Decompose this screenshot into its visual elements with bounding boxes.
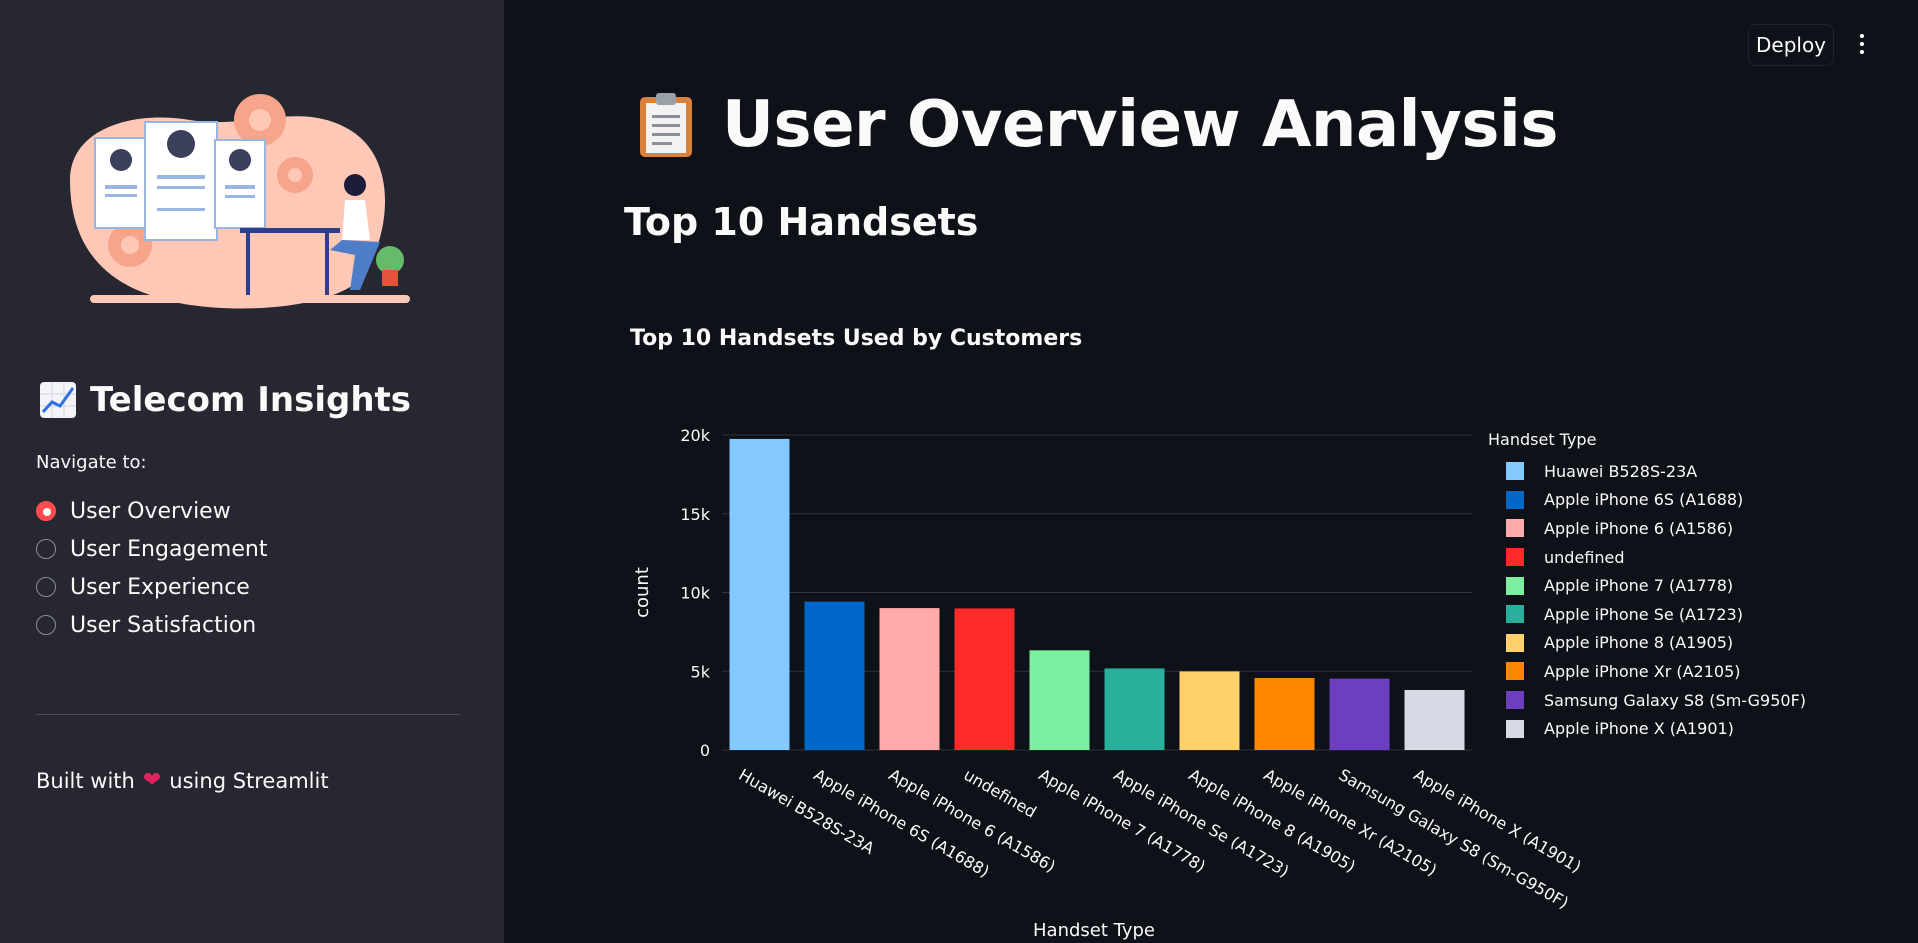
main-menu-icon[interactable] bbox=[1854, 34, 1870, 60]
nav-option-label[interactable]: User Experience bbox=[70, 575, 250, 600]
section-subheader: Top 10 Handsets bbox=[624, 200, 979, 244]
page-title-text: User Overview Analysis bbox=[722, 88, 1558, 162]
nav-option-user-experience[interactable]: User Experience bbox=[36, 568, 267, 606]
legend-swatch bbox=[1506, 605, 1524, 624]
y-tick-label: 10k bbox=[680, 584, 710, 603]
legend-swatch bbox=[1506, 462, 1524, 481]
legend-item[interactable]: Apple iPhone 6 (A1586) bbox=[1488, 514, 1806, 543]
nav-option-user-overview[interactable]: User Overview bbox=[36, 492, 267, 530]
y-tick-label: 5k bbox=[691, 662, 711, 681]
legend-item[interactable]: Apple iPhone 7 (A1778) bbox=[1488, 571, 1806, 600]
chart-bar[interactable] bbox=[879, 608, 940, 750]
legend-label: Samsung Galaxy S8 (Sm-G950F) bbox=[1544, 690, 1807, 710]
legend-swatch bbox=[1506, 490, 1524, 509]
legend-item[interactable]: Apple iPhone Se (A1723) bbox=[1488, 600, 1806, 629]
sidebar: Telecom Insights Navigate to: User Overv… bbox=[0, 0, 504, 943]
chart-increasing-icon bbox=[40, 382, 76, 418]
nav-option-label[interactable]: User Overview bbox=[70, 499, 231, 524]
x-tick-label: Huawei B528S-23A bbox=[736, 765, 878, 858]
chart-bar[interactable] bbox=[1029, 650, 1090, 750]
nav-option-user-engagement[interactable]: User Engagement bbox=[36, 530, 267, 568]
chart-x-ticks: Huawei B528S-23AApple iPhone 6S (A1688)A… bbox=[736, 765, 1585, 912]
page-title: User Overview Analysis bbox=[638, 88, 1558, 162]
sidebar-divider bbox=[36, 714, 460, 715]
deploy-button[interactable]: Deploy bbox=[1748, 24, 1834, 66]
chart-bar[interactable] bbox=[1404, 689, 1465, 750]
legend-item[interactable]: Huawei B528S-23A bbox=[1488, 457, 1806, 486]
radio-unselected-icon[interactable] bbox=[36, 539, 56, 559]
radio-unselected-icon[interactable] bbox=[36, 615, 56, 635]
chart-x-axis-label: Handset Type bbox=[1033, 920, 1155, 941]
heart-icon: ❤ bbox=[142, 768, 162, 793]
chart-y-ticks: 0 5k 10k 15k 20k bbox=[680, 426, 710, 760]
y-tick-label: 20k bbox=[680, 426, 710, 445]
chart-bars bbox=[729, 438, 1465, 750]
legend-swatch bbox=[1506, 519, 1524, 538]
legend-item[interactable]: Apple iPhone Xr (A2105) bbox=[1488, 657, 1806, 686]
footer-text-after: using Streamlit bbox=[169, 768, 329, 793]
nav-option-label[interactable]: User Engagement bbox=[70, 537, 267, 562]
y-tick-label: 15k bbox=[680, 505, 710, 524]
chart-y-axis-label: count bbox=[632, 567, 653, 618]
legend-label: undefined bbox=[1544, 547, 1625, 567]
nav-option-user-satisfaction[interactable]: User Satisfaction bbox=[36, 606, 267, 644]
legend-swatch bbox=[1506, 548, 1524, 567]
legend-label: Apple iPhone X (A1901) bbox=[1544, 719, 1734, 739]
legend-label: Apple iPhone 8 (A1905) bbox=[1544, 633, 1734, 653]
legend-title: Handset Type bbox=[1488, 430, 1597, 449]
radio-selected-icon[interactable] bbox=[36, 501, 56, 521]
legend-swatch bbox=[1506, 633, 1524, 652]
chart-bar[interactable] bbox=[729, 438, 790, 750]
legend-label: Huawei B528S-23A bbox=[1544, 461, 1698, 481]
sidebar-brand: Telecom Insights bbox=[38, 380, 411, 420]
legend-label: Apple iPhone Se (A1723) bbox=[1544, 604, 1743, 624]
legend-label: Apple iPhone 6S (A1688) bbox=[1544, 490, 1744, 510]
sidebar-brand-title: Telecom Insights bbox=[90, 380, 412, 420]
nav-label: Navigate to: bbox=[36, 452, 147, 473]
footer-text-before: Built with bbox=[36, 768, 135, 793]
sidebar-footer: Built with ❤ using Streamlit bbox=[36, 768, 329, 793]
legend-item[interactable]: Apple iPhone 8 (A1905) bbox=[1488, 629, 1806, 658]
legend-swatch bbox=[1506, 576, 1524, 595]
chart-legend: Handset Type Huawei B528S-23A Apple iPhon… bbox=[1488, 430, 1806, 743]
chart-bar[interactable] bbox=[1179, 671, 1240, 750]
legend-swatch bbox=[1506, 662, 1524, 681]
chart-bar[interactable] bbox=[954, 608, 1015, 750]
chart-bar[interactable] bbox=[1329, 678, 1390, 750]
clipboard-icon bbox=[640, 93, 692, 157]
hero-illustration bbox=[70, 94, 410, 309]
legend-item[interactable]: Apple iPhone X (A1901) bbox=[1488, 714, 1806, 743]
legend-swatch bbox=[1506, 691, 1524, 710]
chart-bar[interactable] bbox=[1254, 678, 1315, 750]
legend-item[interactable]: undefined bbox=[1488, 543, 1806, 572]
y-tick-label: 0 bbox=[700, 741, 710, 760]
chart-bar[interactable] bbox=[1104, 668, 1165, 750]
legend-label: Apple iPhone Xr (A2105) bbox=[1544, 661, 1741, 681]
legend-label: Apple iPhone 7 (A1778) bbox=[1544, 576, 1734, 596]
legend-item[interactable]: Samsung Galaxy S8 (Sm-G950F) bbox=[1488, 686, 1806, 715]
chart-title: Top 10 Handsets Used by Customers bbox=[630, 326, 1083, 351]
radio-unselected-icon[interactable] bbox=[36, 577, 56, 597]
legend-label: Apple iPhone 6 (A1586) bbox=[1544, 518, 1734, 538]
chart-bar[interactable] bbox=[804, 601, 865, 750]
legend-item[interactable]: Apple iPhone 6S (A1688) bbox=[1488, 486, 1806, 515]
nav-option-label[interactable]: User Satisfaction bbox=[70, 613, 256, 638]
nav-radio-group: User Overview User Engagement User Exper… bbox=[36, 492, 267, 644]
legend-swatch bbox=[1506, 719, 1524, 738]
